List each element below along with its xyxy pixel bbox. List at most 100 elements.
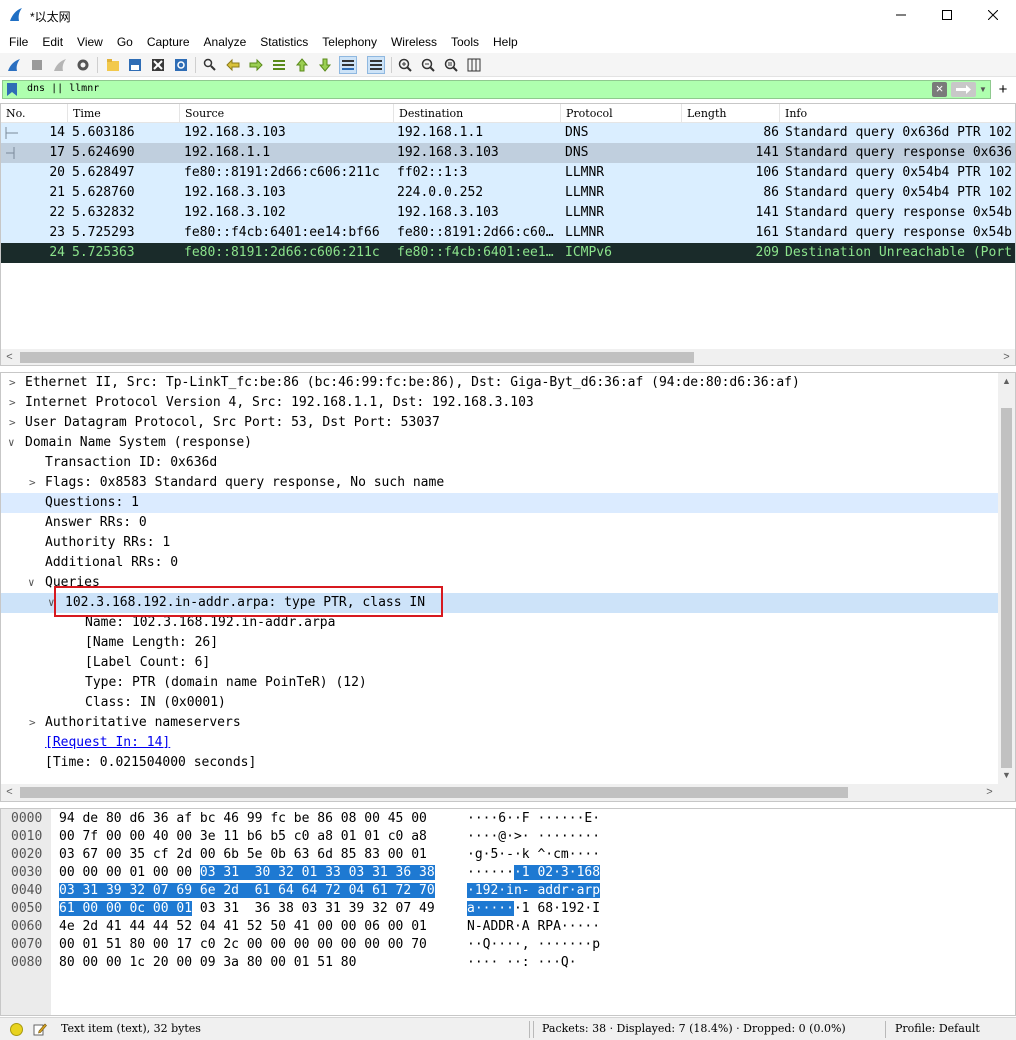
menu-go[interactable]: Go bbox=[110, 32, 140, 52]
hex-bytes[interactable]: 00 00 00 01 00 00 03 31 30 32 01 33 03 3… bbox=[59, 864, 435, 882]
tree-item-authority-rrs[interactable]: Authority RRs: 1 bbox=[1, 533, 998, 553]
tree-item-answer-rrs[interactable]: Answer RRs: 0 bbox=[1, 513, 998, 533]
add-filter-button[interactable]: + bbox=[996, 80, 1010, 99]
packet-row[interactable]: 21 5.628760 192.168.3.103 224.0.0.252 LL… bbox=[1, 183, 1015, 203]
bookmark-icon[interactable] bbox=[6, 82, 18, 97]
packet-row[interactable]: 20 5.628497 fe80::8191:2d66:c606:211c ff… bbox=[1, 163, 1015, 183]
menu-wireless[interactable]: Wireless bbox=[384, 32, 444, 52]
stop-capture-button[interactable] bbox=[28, 56, 46, 74]
capture-options-button[interactable] bbox=[74, 56, 92, 74]
minimize-button[interactable] bbox=[878, 0, 924, 30]
details-vscrollbar[interactable]: ▲ ▼ bbox=[998, 373, 1015, 784]
column-header-protocol[interactable]: Protocol bbox=[561, 104, 682, 123]
tree-item-ipv4[interactable]: > Internet Protocol Version 4, Src: 192.… bbox=[1, 393, 998, 413]
menu-help[interactable]: Help bbox=[486, 32, 525, 52]
ascii-bytes[interactable]: ·192·in- addr·arp bbox=[467, 882, 601, 900]
column-header-length[interactable]: Length bbox=[682, 104, 780, 123]
scrollbar-thumb[interactable] bbox=[1001, 408, 1012, 768]
ascii-bytes[interactable]: a······1 68·192·I bbox=[467, 900, 600, 918]
hex-bytes[interactable]: 94 de 80 d6 36 af bc 46 99 fc be 86 08 0… bbox=[59, 810, 427, 828]
menu-statistics[interactable]: Statistics bbox=[253, 32, 315, 52]
packet-row-selected[interactable]: 24 5.725363 fe80::8191:2d66:c606:211c fe… bbox=[1, 243, 1015, 263]
status-profile[interactable]: Profile: Default bbox=[895, 1022, 980, 1035]
ascii-bytes[interactable]: ·g·5·-·k ^·cm···· bbox=[467, 846, 600, 864]
hex-bytes[interactable]: 4e 2d 41 44 44 52 04 41 52 50 41 00 00 0… bbox=[59, 918, 427, 936]
details-hscrollbar[interactable]: < > bbox=[1, 784, 1015, 801]
restart-capture-button[interactable] bbox=[51, 56, 69, 74]
clear-filter-button[interactable]: × bbox=[932, 82, 947, 97]
column-header-info[interactable]: Info bbox=[780, 104, 1015, 123]
colorize-button[interactable] bbox=[367, 56, 385, 74]
menu-view[interactable]: View bbox=[70, 32, 110, 52]
tree-item-time[interactable]: [Time: 0.021504000 seconds] bbox=[1, 753, 998, 773]
ascii-bytes[interactable]: ·······1 02·3·168 bbox=[467, 864, 601, 882]
close-file-button[interactable] bbox=[149, 56, 167, 74]
column-header-source[interactable]: Source bbox=[180, 104, 394, 123]
ascii-bytes[interactable]: ···· ··: ···Q· bbox=[467, 954, 577, 972]
expert-info-icon[interactable] bbox=[10, 1023, 23, 1036]
save-file-button[interactable] bbox=[126, 56, 144, 74]
filter-history-dropdown[interactable]: ▼ bbox=[979, 82, 989, 97]
column-header-no[interactable]: No. bbox=[1, 104, 68, 123]
scroll-down-icon[interactable]: ▼ bbox=[998, 767, 1015, 784]
request-in-link[interactable]: [Request In: 14] bbox=[45, 733, 170, 753]
normal-size-button[interactable] bbox=[442, 56, 460, 74]
tree-item-name-length[interactable]: [Name Length: 26] bbox=[1, 633, 998, 653]
go-to-packet-button[interactable] bbox=[270, 56, 288, 74]
tree-item-additional-rrs[interactable]: Additional RRs: 0 bbox=[1, 553, 998, 573]
column-header-destination[interactable]: Destination bbox=[394, 104, 561, 123]
display-filter-input[interactable]: dns || llmnr bbox=[27, 83, 99, 94]
chevron-down-icon[interactable]: ∨ bbox=[28, 573, 40, 593]
tree-item-questions[interactable]: Questions: 1 bbox=[1, 493, 998, 513]
tree-item-label-count[interactable]: [Label Count: 6] bbox=[1, 653, 998, 673]
hex-bytes[interactable]: 00 7f 00 00 40 00 3e 11 b6 b5 c0 a8 01 0… bbox=[59, 828, 427, 846]
tree-item-dns[interactable]: ∨ Domain Name System (response) bbox=[1, 433, 998, 453]
tree-item-request-in[interactable]: [Request In: 14] bbox=[1, 733, 998, 753]
ascii-bytes[interactable]: ····@·>· ········ bbox=[467, 828, 600, 846]
scrollbar-thumb[interactable] bbox=[20, 787, 848, 798]
tree-item-transaction-id[interactable]: Transaction ID: 0x636d bbox=[1, 453, 998, 473]
tree-item-ethernet[interactable]: > Ethernet II, Src: Tp-LinkT_fc:be:86 (b… bbox=[1, 373, 998, 393]
packet-row[interactable]: 17 5.624690 192.168.1.1 192.168.3.103 DN… bbox=[1, 143, 1015, 163]
hex-bytes[interactable]: 00 01 51 80 00 17 c0 2c 00 00 00 00 00 0… bbox=[59, 936, 427, 954]
scroll-right-icon[interactable]: > bbox=[998, 349, 1015, 365]
go-back-button[interactable] bbox=[224, 56, 242, 74]
hex-bytes[interactable]: 80 00 00 1c 20 00 09 3a 80 00 01 51 80 bbox=[59, 954, 356, 972]
packet-row[interactable]: 14 5.603186 192.168.3.103 192.168.1.1 DN… bbox=[1, 123, 1015, 143]
start-capture-button[interactable] bbox=[5, 56, 23, 74]
chevron-right-icon[interactable]: > bbox=[29, 713, 41, 733]
chevron-right-icon[interactable]: > bbox=[9, 393, 21, 413]
first-packet-button[interactable] bbox=[293, 56, 311, 74]
maximize-button[interactable] bbox=[924, 0, 970, 30]
chevron-right-icon[interactable]: > bbox=[29, 473, 41, 493]
menu-tools[interactable]: Tools bbox=[444, 32, 486, 52]
ascii-bytes[interactable]: N-ADDR·A RPA····· bbox=[467, 918, 600, 936]
find-packet-button[interactable] bbox=[201, 56, 219, 74]
scroll-up-icon[interactable]: ▲ bbox=[998, 373, 1015, 390]
zoom-out-button[interactable] bbox=[419, 56, 437, 74]
tree-item-class[interactable]: Class: IN (0x0001) bbox=[1, 693, 998, 713]
hex-bytes[interactable]: 03 31 39 32 07 69 6e 2d 61 64 64 72 04 6… bbox=[59, 882, 435, 900]
chevron-right-icon[interactable]: > bbox=[9, 373, 21, 393]
last-packet-button[interactable] bbox=[316, 56, 334, 74]
zoom-in-button[interactable] bbox=[396, 56, 414, 74]
menu-file[interactable]: File bbox=[0, 32, 35, 52]
go-forward-button[interactable] bbox=[247, 56, 265, 74]
tree-item-flags[interactable]: > Flags: 0x8583 Standard query response,… bbox=[1, 473, 998, 493]
scroll-left-icon[interactable]: < bbox=[1, 784, 18, 801]
ascii-bytes[interactable]: ····6··F ······E· bbox=[467, 810, 600, 828]
menu-telephony[interactable]: Telephony bbox=[315, 32, 384, 52]
packet-list-hscrollbar[interactable]: < > bbox=[1, 349, 1015, 365]
reload-file-button[interactable] bbox=[172, 56, 190, 74]
packet-row[interactable]: 22 5.632832 192.168.3.102 192.168.3.103 … bbox=[1, 203, 1015, 223]
hex-bytes[interactable]: 03 67 00 35 cf 2d 00 6b 5e 0b 63 6d 85 8… bbox=[59, 846, 427, 864]
ascii-bytes[interactable]: ··Q····, ·······p bbox=[467, 936, 600, 954]
column-header-time[interactable]: Time bbox=[68, 104, 180, 123]
apply-filter-button[interactable] bbox=[951, 82, 976, 97]
chevron-down-icon[interactable]: ∨ bbox=[8, 433, 20, 453]
packet-row[interactable]: 23 5.725293 fe80::f4cb:6401:ee14:bf66 fe… bbox=[1, 223, 1015, 243]
scroll-left-icon[interactable]: < bbox=[1, 349, 18, 365]
hex-bytes[interactable]: 61 00 00 0c 00 01 03 31 36 38 03 31 39 3… bbox=[59, 900, 435, 918]
menu-capture[interactable]: Capture bbox=[140, 32, 197, 52]
tree-item-authoritative-nameservers[interactable]: > Authoritative nameservers bbox=[1, 713, 998, 733]
